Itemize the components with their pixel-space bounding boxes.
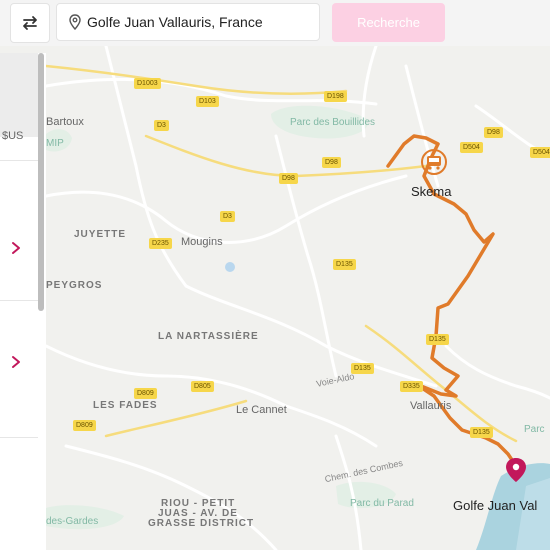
road-number-badge: D504 (460, 142, 483, 153)
map-label-city: Golfe Juan Val (453, 498, 538, 513)
location-pin-icon (69, 14, 81, 30)
road-number-badge: D103 (196, 96, 219, 107)
divider (0, 300, 38, 301)
map-label-park: MIP (46, 138, 64, 149)
map-label-place: LA NARTASSIÈRE (158, 331, 259, 342)
divider (0, 160, 38, 161)
map-label-town: Mougins (181, 236, 223, 248)
map-label-town: Vallauris (410, 400, 452, 412)
road-number-badge: D3 (154, 120, 169, 131)
road-number-badge: D335 (400, 381, 423, 392)
map-label-park: des-Gardes (46, 516, 99, 527)
road-number-badge: D235 (149, 238, 172, 249)
chevron-right-icon[interactable] (10, 241, 22, 255)
road-number-badge: D135 (333, 259, 356, 270)
results-panel: $US (0, 53, 46, 550)
road-number-badge: D135 (351, 363, 374, 374)
divider (0, 437, 38, 438)
panel-header-area (0, 53, 38, 137)
map-label-town: Le Cannet (236, 404, 287, 416)
search-bar: Golfe Juan Vallauris, France Recherche (0, 0, 550, 46)
swap-arrows-icon (23, 16, 37, 30)
swap-direction-button[interactable] (10, 3, 50, 43)
chevron-right-icon[interactable] (10, 355, 22, 369)
map-label-place: JUYETTE (74, 229, 127, 240)
road-number-badge: D809 (73, 420, 96, 431)
map-label-place: GRASSE DISTRICT (148, 518, 255, 529)
road-number-badge: D3 (220, 211, 235, 222)
lake (225, 262, 235, 272)
search-button[interactable]: Recherche (332, 3, 445, 42)
map-label-park: Parc (524, 424, 545, 435)
map-label-park: Parc des Bouillides (290, 117, 376, 128)
map-label-park: Parc du Parad (350, 498, 414, 509)
destination-value: Golfe Juan Vallauris, France (87, 14, 263, 30)
map-label-town: Bartoux (46, 116, 84, 128)
road-number-badge: D135 (426, 334, 449, 345)
road-number-badge: D1003 (134, 78, 161, 89)
road-number-badge: D805 (191, 381, 214, 392)
route-line (386, 134, 518, 471)
map-label-city: Skema (411, 184, 452, 199)
road-number-badge: D98 (279, 173, 298, 184)
map-label-place: PEYGROS (46, 280, 103, 291)
route-map[interactable]: Bartoux JUYETTE Mougins PEYGROS LA NARTASSIÈ… (46, 46, 550, 550)
panel-scrollbar[interactable] (38, 53, 44, 311)
road-number-badge: D135 (470, 427, 493, 438)
road-number-badge: D98 (322, 157, 341, 168)
destination-input[interactable]: Golfe Juan Vallauris, France (56, 3, 320, 41)
road-number-badge: D809 (134, 388, 157, 399)
map-label-place: LES FADES (93, 400, 158, 411)
road-number-badge: D98 (484, 127, 503, 138)
road-number-badge: D198 (324, 91, 347, 102)
currency-label: $US (2, 130, 24, 142)
road-number-badge: D504 (530, 147, 550, 158)
